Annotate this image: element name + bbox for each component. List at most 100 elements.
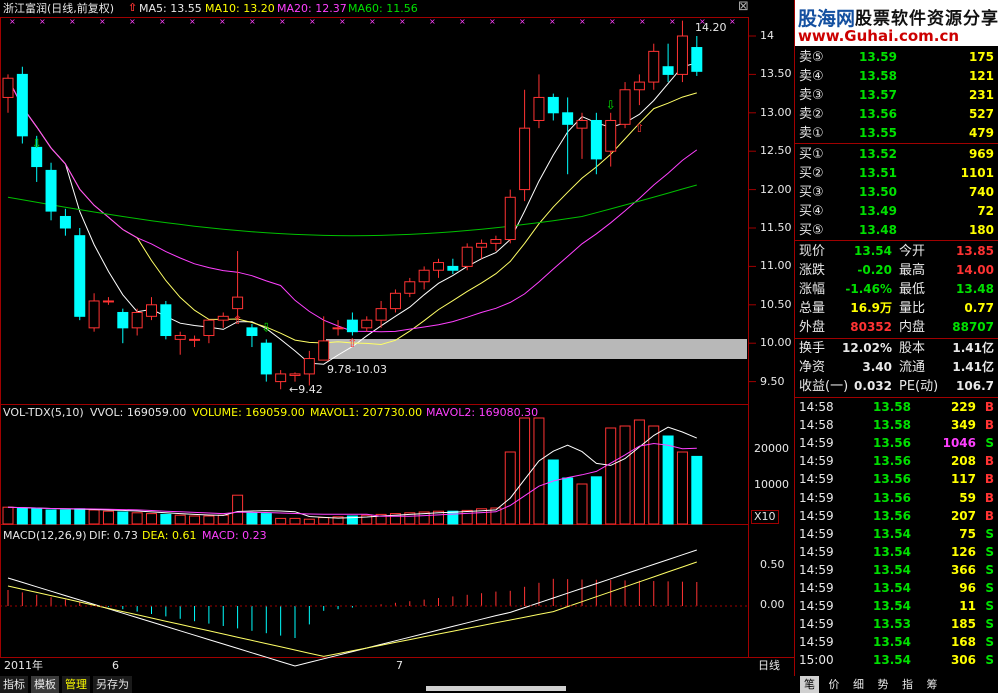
- candle-body[interactable]: [189, 338, 201, 341]
- event-marker-icon[interactable]: ×: [459, 17, 466, 26]
- candle-body[interactable]: [533, 96, 545, 121]
- volume-bar[interactable]: [88, 509, 100, 525]
- event-marker-icon[interactable]: ×: [429, 17, 436, 26]
- volume-bar[interactable]: [31, 508, 43, 525]
- candle-body[interactable]: [232, 296, 244, 310]
- candle-body[interactable]: [389, 292, 401, 310]
- bid-row[interactable]: 买① 13.52 969: [795, 145, 998, 164]
- fundamental-row[interactable]: 收益(一) 0.032 PE(动) 106.7: [795, 377, 998, 396]
- candle-body[interactable]: [476, 242, 488, 248]
- tick-row[interactable]: 14:59 13.54 168 S: [795, 633, 998, 651]
- right-tab[interactable]: 筹: [923, 676, 942, 693]
- fundamental-row[interactable]: 净资 3.40 流通 1.41亿: [795, 358, 998, 377]
- volume-bar[interactable]: [576, 483, 588, 525]
- quote-row[interactable]: 现价 13.54 今开 13.85: [795, 242, 998, 261]
- event-marker-icon[interactable]: ×: [339, 17, 346, 26]
- candle-body[interactable]: [246, 327, 258, 337]
- candle-body[interactable]: [74, 235, 86, 317]
- event-marker-icon[interactable]: ×: [579, 17, 586, 26]
- ask-row[interactable]: 卖② 13.56 527: [795, 105, 998, 124]
- candle-body[interactable]: [404, 281, 416, 294]
- fundamental-row[interactable]: 换手 12.02% 股本 1.41亿: [795, 339, 998, 358]
- event-marker-icon[interactable]: ×: [189, 17, 196, 26]
- right-tab[interactable]: 势: [874, 676, 893, 693]
- quote-row[interactable]: 涨跌 -0.20 最高 14.00: [795, 261, 998, 280]
- volume-bar[interactable]: [275, 517, 287, 525]
- event-marker-icon[interactable]: ×: [309, 17, 316, 26]
- candle-body[interactable]: [504, 196, 516, 241]
- volume-bar[interactable]: [260, 513, 272, 525]
- volume-bar[interactable]: [562, 477, 574, 525]
- volume-bar[interactable]: [160, 513, 172, 525]
- right-tab[interactable]: 价: [825, 676, 844, 693]
- candle-body[interactable]: [662, 66, 674, 75]
- tick-row[interactable]: 14:58 13.58 229 B: [795, 398, 998, 416]
- volume-bar[interactable]: [217, 514, 229, 525]
- candle-body[interactable]: [59, 215, 71, 229]
- candle-body[interactable]: [361, 319, 373, 329]
- candle-body[interactable]: [691, 47, 703, 72]
- candle-body[interactable]: [174, 335, 186, 340]
- candle-body[interactable]: [117, 311, 129, 329]
- volume-bar[interactable]: [189, 515, 201, 525]
- candle-body[interactable]: [289, 373, 301, 376]
- horizontal-scrollbar[interactable]: [426, 686, 566, 691]
- volume-bar[interactable]: [533, 417, 545, 525]
- event-marker-icon[interactable]: ×: [519, 17, 526, 26]
- bid-row[interactable]: 买④ 13.49 72: [795, 202, 998, 221]
- volume-bar[interactable]: [504, 451, 516, 525]
- quote-row[interactable]: 总量 16.9万 量比 0.77: [795, 299, 998, 318]
- event-marker-icon[interactable]: ×: [249, 17, 256, 26]
- candle-body[interactable]: [619, 89, 631, 125]
- candle-body[interactable]: [547, 96, 559, 114]
- candle-body[interactable]: [648, 50, 660, 83]
- event-marker-icon[interactable]: ×: [69, 17, 76, 26]
- volume-bar[interactable]: [318, 517, 330, 525]
- candle-body[interactable]: [346, 319, 358, 333]
- volume-bar[interactable]: [590, 476, 602, 525]
- volume-bar[interactable]: [45, 509, 57, 525]
- candle-body[interactable]: [88, 300, 100, 329]
- candle-body[interactable]: [375, 308, 387, 321]
- candle-body[interactable]: [16, 73, 28, 137]
- event-marker-icon[interactable]: ×: [489, 17, 496, 26]
- volume-bar[interactable]: [633, 419, 645, 525]
- volume-bar[interactable]: [59, 509, 71, 525]
- event-marker-icon[interactable]: ×: [639, 17, 646, 26]
- candle-body[interactable]: [2, 77, 14, 98]
- bid-row[interactable]: 买② 13.51 1101: [795, 164, 998, 183]
- event-marker-icon[interactable]: ×: [399, 17, 406, 26]
- candle-body[interactable]: [461, 246, 473, 267]
- candle-body[interactable]: [447, 265, 459, 271]
- candle-body[interactable]: [418, 269, 430, 283]
- right-tab[interactable]: 细: [849, 676, 868, 693]
- ask-row[interactable]: 卖⑤ 13.59 175: [795, 48, 998, 67]
- candle-body[interactable]: [275, 373, 287, 383]
- event-marker-icon[interactable]: ×: [549, 17, 556, 26]
- candle-body[interactable]: [519, 127, 531, 191]
- volume-bar[interactable]: [131, 512, 143, 525]
- volume-bar[interactable]: [303, 518, 315, 525]
- event-marker-icon[interactable]: ×: [279, 17, 286, 26]
- right-tab[interactable]: 指: [898, 676, 917, 693]
- tick-row[interactable]: 14:59 13.56 59 B: [795, 489, 998, 507]
- tick-row[interactable]: 14:59 13.54 11 S: [795, 597, 998, 615]
- volume-bar[interactable]: [2, 506, 14, 525]
- candle-body[interactable]: [217, 315, 229, 321]
- tick-row[interactable]: 14:59 13.54 366 S: [795, 561, 998, 579]
- volume-bar[interactable]: [676, 451, 688, 525]
- volume-bar[interactable]: [662, 435, 674, 525]
- tick-row[interactable]: 14:59 13.54 126 S: [795, 543, 998, 561]
- event-marker-icon[interactable]: ×: [609, 17, 616, 26]
- event-marker-icon[interactable]: ×: [129, 17, 136, 26]
- event-marker-icon[interactable]: ×: [369, 17, 376, 26]
- volume-bar[interactable]: [102, 510, 114, 525]
- candle-body[interactable]: [490, 239, 502, 244]
- ask-row[interactable]: 卖④ 13.58 121: [795, 67, 998, 86]
- tab-template[interactable]: 模板: [31, 676, 59, 693]
- volume-bar[interactable]: [146, 513, 157, 525]
- candle-body[interactable]: [318, 340, 330, 361]
- volume-bar[interactable]: [289, 517, 301, 525]
- event-marker-icon[interactable]: ×: [219, 17, 226, 26]
- candle-body[interactable]: [590, 119, 602, 160]
